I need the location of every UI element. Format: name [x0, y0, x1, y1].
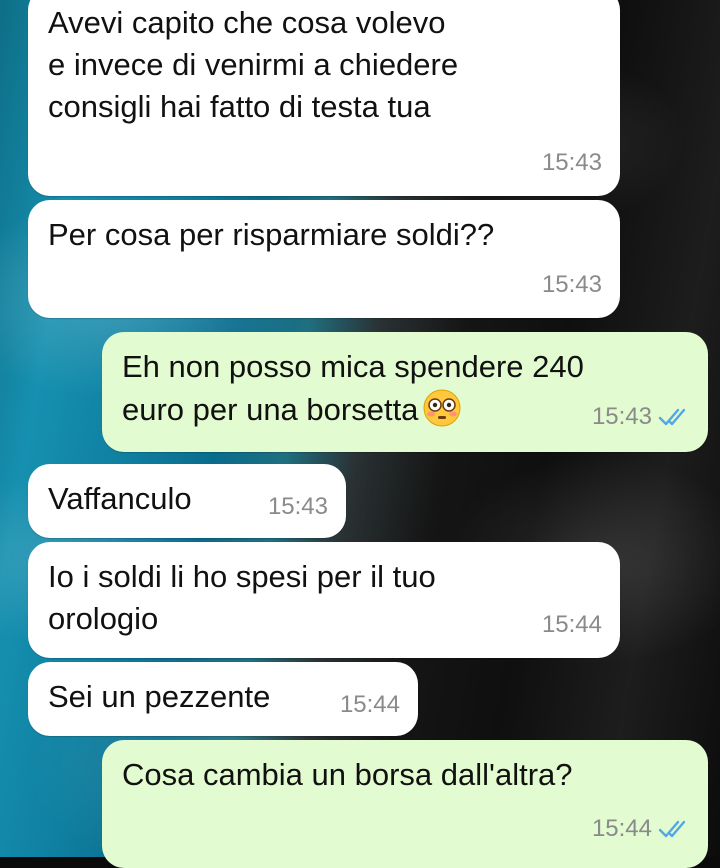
message-time: 15:43	[267, 493, 328, 520]
message-bubble-incoming[interactable]: Sei un pezzente 15:44	[28, 662, 418, 736]
message-meta: 15:43	[542, 142, 602, 184]
message-meta: 15:44	[542, 604, 602, 646]
message-bubble-incoming[interactable]: Per cosa per risparmiare soldi?? 15:43	[28, 200, 620, 318]
message-meta: 15:44	[592, 808, 690, 850]
message-time: 15:43	[541, 149, 602, 176]
message-meta: 15:44	[340, 684, 400, 726]
double-check-icon	[658, 408, 686, 426]
message-time: 15:44	[339, 691, 400, 718]
message-time: 15:44	[541, 611, 602, 638]
message-meta: 15:43	[268, 486, 328, 528]
message-time: 15:43	[591, 403, 652, 430]
message-time: 15:43	[541, 271, 602, 298]
message-text: Per cosa per risparmiare soldi??	[48, 217, 495, 252]
message-bubble-incoming[interactable]: Avevi capito che cosa volevo e invece di…	[28, 0, 620, 196]
message-bubble-outgoing[interactable]: Cosa cambia un borsa dall'altra? 15:44	[102, 740, 708, 868]
message-time: 15:44	[591, 815, 652, 842]
message-bubble-incoming[interactable]: Io i soldi li ho spesi per il tuo orolog…	[28, 542, 620, 658]
message-meta: 15:43	[592, 396, 690, 438]
message-meta: 15:43	[542, 264, 602, 306]
message-text: Avevi capito che cosa volevo e invece di…	[48, 5, 459, 124]
double-check-icon	[658, 820, 686, 838]
message-text: Cosa cambia un borsa dall'altra?	[122, 757, 573, 792]
flushed-face-emoji-icon	[423, 389, 461, 427]
message-bubble-incoming[interactable]: Vaffanculo 15:43	[28, 464, 346, 538]
message-text: Io i soldi li ho spesi per il tuo orolog…	[48, 559, 436, 636]
message-bubble-outgoing[interactable]: Eh non posso mica spendere 240 euro per …	[102, 332, 708, 452]
message-text-content: Eh non posso mica spendere 240 euro per …	[122, 349, 584, 427]
